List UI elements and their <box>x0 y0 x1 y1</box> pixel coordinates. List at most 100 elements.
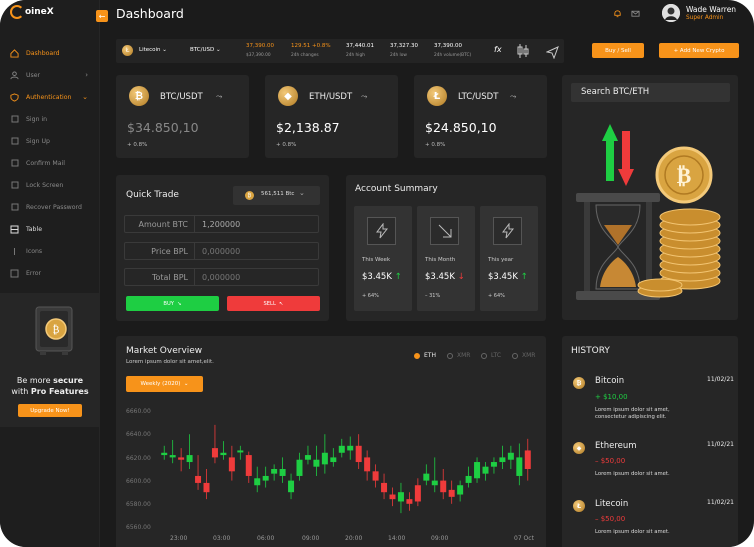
field-label: Total BPL <box>125 269 195 285</box>
sidebar-item-sign-up[interactable]: Sign Up <box>0 130 100 152</box>
x-tick: 03:00 <box>213 535 231 542</box>
arrow-up-icon: ↑ <box>520 272 528 282</box>
trend-icon: ⤳ <box>510 92 517 101</box>
brand-logo[interactable]: oineX <box>10 5 54 19</box>
candle-body <box>490 462 497 467</box>
sidebar-item-dashboard[interactable]: Dashboard <box>0 42 100 64</box>
candle-body <box>271 469 278 474</box>
volume-label: 24h volume(BTC) <box>434 53 472 58</box>
coin-card-btc[interactable]: ₿ BTC/USDT ⤳ $34.850,10 + 0.8% <box>116 75 249 158</box>
candle-body <box>524 450 531 469</box>
sidebar-item-lock-screen[interactable]: Lock Screen <box>0 174 100 196</box>
sidebar-item-error[interactable]: Error <box>0 262 100 284</box>
candle-body <box>313 459 320 467</box>
history-date: 11/02/21 <box>707 499 734 506</box>
candle-body <box>482 466 489 474</box>
trend-icon: ⤳ <box>361 92 368 101</box>
summary-label: This Week <box>362 257 391 263</box>
amount-btc-field[interactable]: Amount BTC 1,200000 <box>124 215 319 233</box>
legend-eth[interactable]: ETH <box>414 352 436 359</box>
coin-price: $2,138.87 <box>276 120 340 135</box>
history-desc: Lorem ipsum dolor sit amet, consectetur … <box>595 407 670 420</box>
sidebar-item-sign-in[interactable]: Sign in <box>0 108 100 130</box>
history-date: 11/02/21 <box>707 441 734 448</box>
sidebar-item-label: Table <box>26 225 42 233</box>
sidebar-item-authentication[interactable]: Authentication ⌄ <box>0 86 100 108</box>
sidebar-item-user[interactable]: User › <box>0 64 100 86</box>
promo-line-1: Be more secure <box>0 376 100 385</box>
legend-label: LTC <box>491 352 502 359</box>
x-tick: 09:00 <box>431 535 449 542</box>
mail-icon[interactable] <box>631 9 640 20</box>
field-value: 0,000000 <box>202 247 241 256</box>
fx-button[interactable]: fx <box>494 45 502 54</box>
change-value-num: 129.51 <box>291 43 311 49</box>
candles-icon[interactable] <box>516 43 530 63</box>
history-title: HISTORY <box>571 346 610 356</box>
sidebar-item-label: Lock Screen <box>26 181 64 189</box>
candle-body <box>474 462 481 479</box>
chevron-down-icon: ⌄ <box>82 93 88 101</box>
total-bpl-field[interactable]: Total BPL 0,000000 <box>124 268 319 286</box>
coin-change: + 0.8% <box>425 142 446 148</box>
sidebar-item-confirm-mail[interactable]: Confirm Mail <box>0 152 100 174</box>
bitcoin-icon: ₿ <box>245 191 254 200</box>
legend-xmr-2[interactable]: XMR <box>512 352 535 359</box>
history-desc: Lorem ipsum dolor sit amet. <box>595 529 670 535</box>
sell-button[interactable]: SELL ↖ <box>227 296 320 311</box>
candle-body <box>516 457 523 476</box>
ethereum-icon: ◆ <box>573 442 585 454</box>
legend-ltc[interactable]: LTC <box>481 352 501 359</box>
buy-sell-button[interactable]: Buy / Sell <box>592 43 644 58</box>
price-bpl-field[interactable]: Price BPL 0,000000 <box>124 242 319 260</box>
change-label: 24h changes <box>291 53 319 58</box>
summary-box-month[interactable]: This Month $3.45K ↓ – 31% <box>417 206 475 311</box>
lightning-icon <box>493 217 522 245</box>
sidebar-item-recover-password[interactable]: Recover Password <box>0 196 100 218</box>
coin-select[interactable]: Litecoin ⌄ <box>139 47 167 53</box>
btc-balance-select[interactable]: ₿ 561,511 Btc ⌄ <box>233 186 320 205</box>
period-value: Weekly (2020) <box>140 381 181 387</box>
upgrade-now-button[interactable]: Upgrade Now! <box>18 404 82 417</box>
candle-body <box>254 478 261 486</box>
trend-icon: ⤳ <box>216 92 223 101</box>
sidebar-item-icons[interactable]: Icons <box>0 240 100 262</box>
change-pct: +0.8% <box>312 43 331 49</box>
summary-box-year[interactable]: This year $3.45K ↑ + 64% <box>480 206 538 311</box>
back-arrow-button[interactable]: ← <box>96 10 108 22</box>
candle-body <box>211 448 218 458</box>
sidebar-item-label: Sign in <box>26 115 48 123</box>
avatar[interactable] <box>662 4 680 22</box>
history-name: Litecoin <box>595 499 629 509</box>
bell-icon[interactable] <box>613 9 622 20</box>
period-select[interactable]: Weekly (2020) ⌄ <box>126 376 203 392</box>
sidebar-item-table[interactable]: Table <box>0 218 100 240</box>
price-main: 37,390.00 <box>246 43 274 49</box>
shield-icon <box>10 92 19 102</box>
coin-card-eth[interactable]: ◆ ETH/USDT ⤳ $2,138.87 + 0.8% <box>265 75 398 158</box>
radio-icon <box>481 352 487 359</box>
summary-box-week[interactable]: This Week $3.45K ↑ + 64% <box>354 206 412 311</box>
coin-card-ltc[interactable]: Ł LTC/USDT ⤳ $24.850,10 + 0.8% <box>414 75 547 158</box>
send-icon[interactable] <box>545 44 559 63</box>
promo-line-2-text: with <box>11 387 31 396</box>
chevron-down-icon: ⌄ <box>183 381 189 387</box>
candle-body <box>406 499 413 504</box>
field-value: 1,200000 <box>202 220 241 229</box>
radio-selected-icon <box>414 352 420 359</box>
x-tick: 14:00 <box>388 535 406 542</box>
y-tick: 6580.00 <box>126 501 151 508</box>
error-icon <box>10 269 19 278</box>
legend-xmr[interactable]: XMR <box>447 352 470 359</box>
field-label: Amount BTC <box>125 216 195 232</box>
candle-body <box>195 475 202 483</box>
search-input[interactable]: Search BTC/ETH <box>571 83 730 102</box>
candle-body <box>381 482 388 493</box>
add-new-crypto-button[interactable]: + Add New Crypto <box>659 43 739 58</box>
buy-button[interactable]: BUY ↘ <box>126 296 219 311</box>
pair-select[interactable]: BTC/USD ⌄ <box>190 47 221 53</box>
summary-label: This year <box>488 257 514 263</box>
candle-body <box>296 459 303 476</box>
coin-price: $24.850,10 <box>425 120 497 135</box>
candle-body <box>440 480 447 493</box>
